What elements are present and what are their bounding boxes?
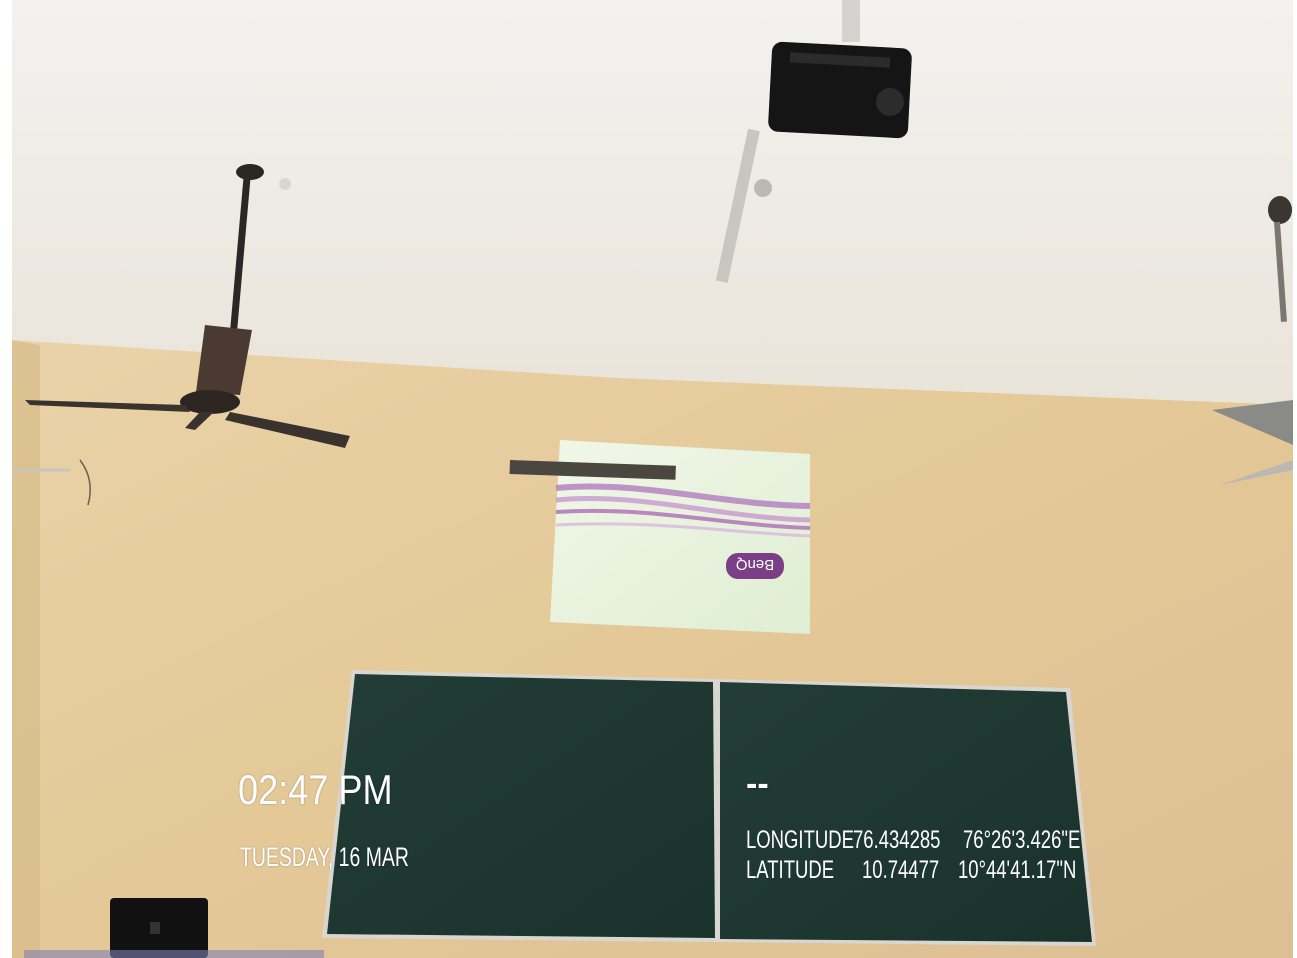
- classroom-scene: BenQ: [0, 0, 1297, 958]
- timestamp-date: TUESDAY, 16 MAR: [240, 842, 409, 872]
- location-placeholder: --: [746, 765, 769, 803]
- laptop: [110, 898, 208, 958]
- longitude-decimal: 76.434285: [853, 826, 941, 854]
- longitude-label: LONGITUDE: [746, 826, 854, 854]
- timestamp-time: 02:47 PM: [238, 766, 393, 813]
- latitude-decimal: 10.74477: [862, 856, 940, 884]
- latitude-label: LATITUDE: [746, 856, 835, 884]
- benq-logo-text: BenQ: [736, 556, 774, 573]
- latitude-dms: 10°44'41.17"N: [958, 856, 1077, 884]
- longitude-dms: 76°26'3.426"E: [963, 826, 1081, 854]
- blackboard: [322, 670, 1096, 946]
